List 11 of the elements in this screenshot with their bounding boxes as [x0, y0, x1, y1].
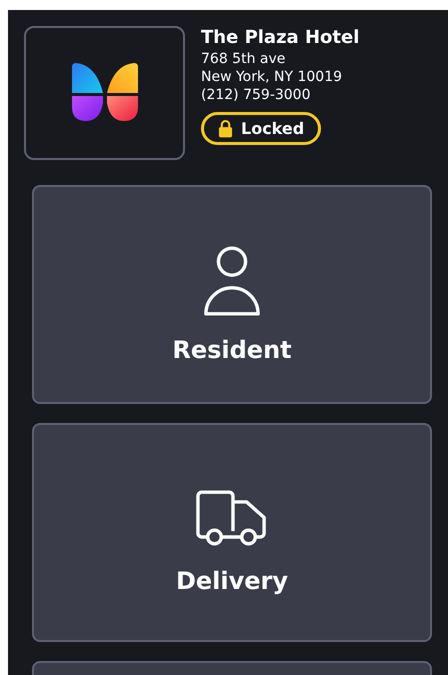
address-line: 768 5th ave: [201, 50, 286, 68]
delivery-card[interactable]: Delivery: [32, 423, 432, 642]
address-line: (212) 759-3000: [201, 86, 310, 104]
butterfly-logo-icon: [70, 63, 140, 123]
padlock-icon: [218, 119, 233, 138]
address-line: New York, NY 10019: [201, 68, 342, 86]
lock-status-badge: Locked: [201, 112, 322, 145]
resident-card[interactable]: Resident: [32, 185, 432, 404]
hotel-name: The Plaza Hotel: [201, 26, 360, 50]
truck-icon: [196, 490, 268, 547]
person-icon: [203, 246, 261, 316]
